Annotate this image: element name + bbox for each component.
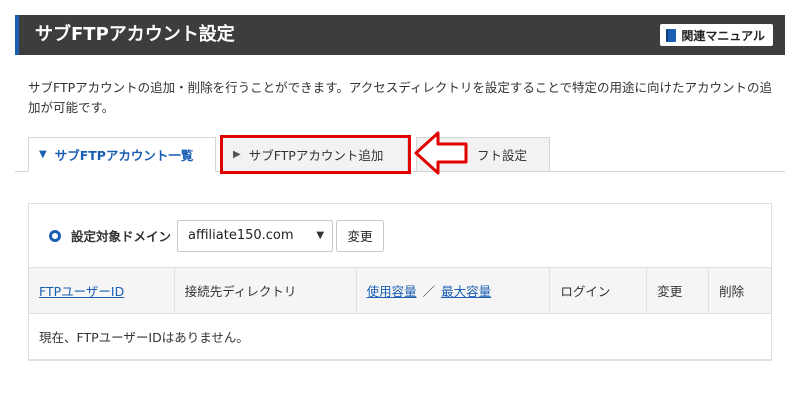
chevron-right-icon: ▶ bbox=[233, 149, 241, 160]
page-title: サブFTPアカウント設定 bbox=[35, 24, 235, 45]
col-edit: 変更 bbox=[646, 267, 710, 314]
ftp-account-table: FTPユーザーID 接続先ディレクトリ 使用容量 ／ 最大容量 ログイン 変更 削除… bbox=[28, 267, 772, 360]
manual-button-label: 関連マニュアル bbox=[681, 28, 765, 43]
chevron-down-icon: ▼ bbox=[316, 230, 325, 241]
tab-account-add[interactable]: ▶ サブFTPアカウント追加 bbox=[222, 137, 408, 171]
sort-ftp-user-id-link[interactable]: FTPユーザーID bbox=[39, 284, 124, 299]
left-arrow-icon bbox=[414, 131, 468, 175]
empty-message: 現在、FTPユーザーIDはありません。 bbox=[28, 313, 772, 360]
tab-settings-label: フト設定 bbox=[477, 148, 528, 163]
manual-button[interactable]: 関連マニュアル bbox=[660, 24, 773, 46]
sort-max-capacity-link[interactable]: 最大容量 bbox=[441, 284, 491, 299]
col-login: ログイン bbox=[549, 267, 648, 314]
book-icon bbox=[666, 28, 677, 42]
tab-account-list-label: サブFTPアカウント一覧 bbox=[54, 148, 194, 163]
tab-account-add-label: サブFTPアカウント追加 bbox=[248, 148, 384, 163]
col-ftp-user-id[interactable]: FTPユーザーID bbox=[28, 267, 175, 314]
domain-selector-row: 設定対象ドメイン affiliate150.com ▼ 変更 bbox=[29, 204, 771, 267]
col-delete: 削除 bbox=[708, 267, 772, 314]
domain-select-value: affiliate150.com bbox=[188, 228, 294, 243]
table-row: 現在、FTPユーザーIDはありません。 bbox=[28, 313, 772, 360]
account-panel: 設定対象ドメイン affiliate150.com ▼ 変更 FTPユーザーID… bbox=[28, 203, 772, 361]
col-directory: 接続先ディレクトリ bbox=[173, 267, 357, 314]
domain-label: 設定対象ドメイン bbox=[71, 229, 172, 244]
page-header: サブFTPアカウント設定 関連マニュアル bbox=[15, 15, 785, 55]
domain-select[interactable]: affiliate150.com ▼ bbox=[177, 219, 334, 252]
tab-account-list[interactable]: ▼ サブFTPアカウント一覧 bbox=[28, 137, 216, 172]
table-header-row: FTPユーザーID 接続先ディレクトリ 使用容量 ／ 最大容量 ログイン 変更 削除 bbox=[28, 267, 772, 314]
chevron-down-icon: ▼ bbox=[39, 149, 47, 160]
page-description: サブFTPアカウントの追加・削除を行うことができます。アクセスディレクトリを設定… bbox=[28, 80, 773, 115]
change-domain-button[interactable]: 変更 bbox=[336, 219, 385, 252]
capacity-separator: ／ bbox=[422, 284, 436, 299]
circle-icon bbox=[49, 229, 61, 242]
col-capacity: 使用容量 ／ 最大容量 bbox=[355, 267, 551, 314]
sort-used-capacity-link[interactable]: 使用容量 bbox=[367, 284, 417, 299]
